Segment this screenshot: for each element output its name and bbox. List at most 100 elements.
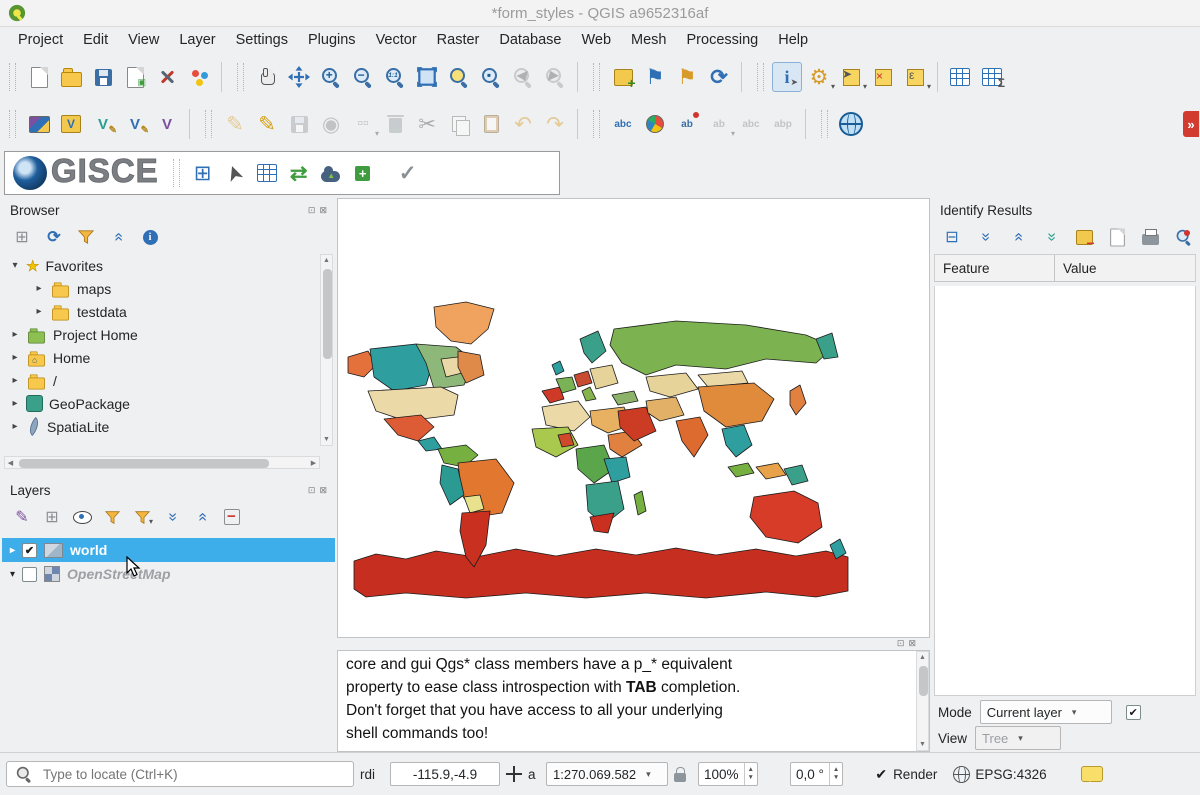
coordinate-display[interactable]: -115.9,-4.9 xyxy=(390,762,500,786)
console-output[interactable]: core and gui Qgs* class members have a p… xyxy=(337,650,930,752)
refresh-icon[interactable] xyxy=(704,62,734,92)
layer-checkbox[interactable] xyxy=(22,543,37,558)
gisce-validate-icon[interactable] xyxy=(393,158,423,188)
map-canvas[interactable] xyxy=(337,198,930,638)
browser-filter-icon[interactable] xyxy=(76,227,96,247)
manage-visibility-icon[interactable] xyxy=(72,507,92,527)
pan-to-selection-icon[interactable] xyxy=(284,62,314,92)
deselect-features-icon[interactable] xyxy=(868,62,898,92)
filter-expression-icon[interactable] xyxy=(132,507,152,527)
new-virtual-layer-icon[interactable]: V xyxy=(152,109,182,139)
locate-bar[interactable] xyxy=(6,761,354,787)
browser-item-home[interactable]: Home xyxy=(4,346,319,369)
expand-arrow-icon[interactable] xyxy=(10,352,20,363)
toolbar-handle[interactable] xyxy=(205,110,212,138)
lock-scale-icon[interactable] xyxy=(674,773,686,782)
browser-item-favorites[interactable]: Favorites xyxy=(4,254,319,277)
new-spatial-bookmark-icon[interactable] xyxy=(640,62,670,92)
spin-down-icon[interactable] xyxy=(745,774,757,783)
menu-view[interactable]: View xyxy=(118,29,169,51)
statistical-summary-icon[interactable] xyxy=(977,62,1007,92)
panel-float-icon[interactable] xyxy=(308,485,316,496)
scroll-down-icon[interactable] xyxy=(917,739,928,750)
layer-labeling-icon[interactable]: abc xyxy=(608,109,638,139)
zoom-full-icon[interactable] xyxy=(412,62,442,92)
toolbar-handle[interactable] xyxy=(173,159,180,187)
expand-arrow-icon[interactable] xyxy=(10,260,20,271)
menu-edit[interactable]: Edit xyxy=(73,29,118,51)
save-layer-edits-icon[interactable] xyxy=(284,109,314,139)
toolbar-handle[interactable] xyxy=(757,63,764,91)
column-value[interactable]: Value xyxy=(1055,261,1097,276)
menu-settings[interactable]: Settings xyxy=(226,29,298,51)
expand-arrow-icon[interactable] xyxy=(10,375,20,386)
layer-item-openstreetmap[interactable]: OpenStreetMap xyxy=(2,562,335,586)
crs-status[interactable]: EPSG:4326 xyxy=(953,766,1046,783)
browser-item-maps[interactable]: maps xyxy=(4,277,319,300)
toolbar-overflow-icon[interactable]: » xyxy=(1176,109,1200,139)
filter-legend-icon[interactable] xyxy=(102,507,122,527)
remove-layer-icon[interactable] xyxy=(222,507,242,527)
layer-diagram-icon[interactable] xyxy=(640,109,670,139)
menu-web[interactable]: Web xyxy=(571,29,621,51)
select-by-expression-icon[interactable] xyxy=(900,62,930,92)
toolbar-handle[interactable] xyxy=(593,110,600,138)
console-vertical-scrollbar[interactable] xyxy=(916,651,929,751)
scroll-down-icon[interactable] xyxy=(321,434,332,445)
layer-checkbox[interactable] xyxy=(22,567,37,582)
expand-all-icon[interactable] xyxy=(162,507,182,527)
browser-refresh-icon[interactable] xyxy=(44,227,64,247)
new-print-layout-icon[interactable] xyxy=(120,62,150,92)
browser-properties-icon[interactable]: i xyxy=(140,227,160,247)
zoom-in-icon[interactable]: + xyxy=(316,62,346,92)
expand-arrow-icon[interactable] xyxy=(10,545,15,556)
zoom-native-icon[interactable]: 1:1 xyxy=(380,62,410,92)
toolbar-handle[interactable] xyxy=(9,110,16,138)
add-group-icon[interactable] xyxy=(42,507,62,527)
toolbar-handle[interactable] xyxy=(593,63,600,91)
scrollbar-thumb[interactable] xyxy=(19,459,269,468)
panel-float-icon[interactable] xyxy=(308,205,316,216)
current-edits-icon[interactable] xyxy=(220,109,250,139)
menu-project[interactable]: Project xyxy=(8,29,73,51)
pin-labels-icon[interactable]: ab xyxy=(672,109,702,139)
scrollbar-thumb[interactable] xyxy=(919,666,928,696)
panel-float-icon[interactable] xyxy=(897,638,905,649)
zoom-out-icon[interactable]: − xyxy=(348,62,378,92)
add-feature-icon[interactable] xyxy=(316,109,346,139)
zoom-to-layer-icon[interactable]: ▪ xyxy=(476,62,506,92)
layout-manager-icon[interactable] xyxy=(152,62,182,92)
menu-database[interactable]: Database xyxy=(489,29,571,51)
browser-horizontal-scrollbar[interactable] xyxy=(4,456,320,469)
expand-arrow-icon[interactable] xyxy=(34,306,44,317)
zoom-last-icon[interactable]: ◀ xyxy=(508,62,538,92)
new-geopackage-layer-icon[interactable]: V xyxy=(88,109,118,139)
add-vector-layer-icon[interactable]: V xyxy=(56,109,86,139)
messages-icon[interactable] xyxy=(1081,766,1103,782)
new-map-view-icon[interactable] xyxy=(608,62,638,92)
identify-clear-results-icon[interactable] xyxy=(1074,227,1094,247)
extents-toggle-icon[interactable] xyxy=(506,766,522,782)
menu-help[interactable]: Help xyxy=(768,29,818,51)
expand-arrow-icon[interactable] xyxy=(10,569,15,580)
browser-item-project-home[interactable]: Project Home xyxy=(4,323,319,346)
auto-open-checkbox[interactable] xyxy=(1126,705,1141,720)
identify-settings-icon[interactable] xyxy=(1173,227,1193,247)
browser-vertical-scrollbar[interactable] xyxy=(320,254,333,446)
new-project-icon[interactable] xyxy=(24,62,54,92)
browser-item-spatialite[interactable]: SpatiaLite xyxy=(4,415,319,438)
menu-mesh[interactable]: Mesh xyxy=(621,29,676,51)
paste-features-icon[interactable] xyxy=(476,109,506,139)
browser-item-geopackage[interactable]: GeoPackage xyxy=(4,392,319,415)
expand-arrow-icon[interactable] xyxy=(10,421,20,432)
view-combo[interactable]: Tree xyxy=(975,726,1061,750)
magnifier-spin[interactable]: 100% xyxy=(698,762,758,786)
zoom-to-selection-icon[interactable] xyxy=(444,62,474,92)
move-label-icon[interactable]: abc xyxy=(736,109,766,139)
spin-up-icon[interactable] xyxy=(745,766,757,775)
gisce-select-tool-icon[interactable] xyxy=(220,158,250,188)
panel-close-icon[interactable] xyxy=(319,205,327,216)
spin-up-icon[interactable] xyxy=(830,766,842,775)
menu-plugins[interactable]: Plugins xyxy=(298,29,366,51)
style-manager-icon[interactable] xyxy=(184,62,214,92)
